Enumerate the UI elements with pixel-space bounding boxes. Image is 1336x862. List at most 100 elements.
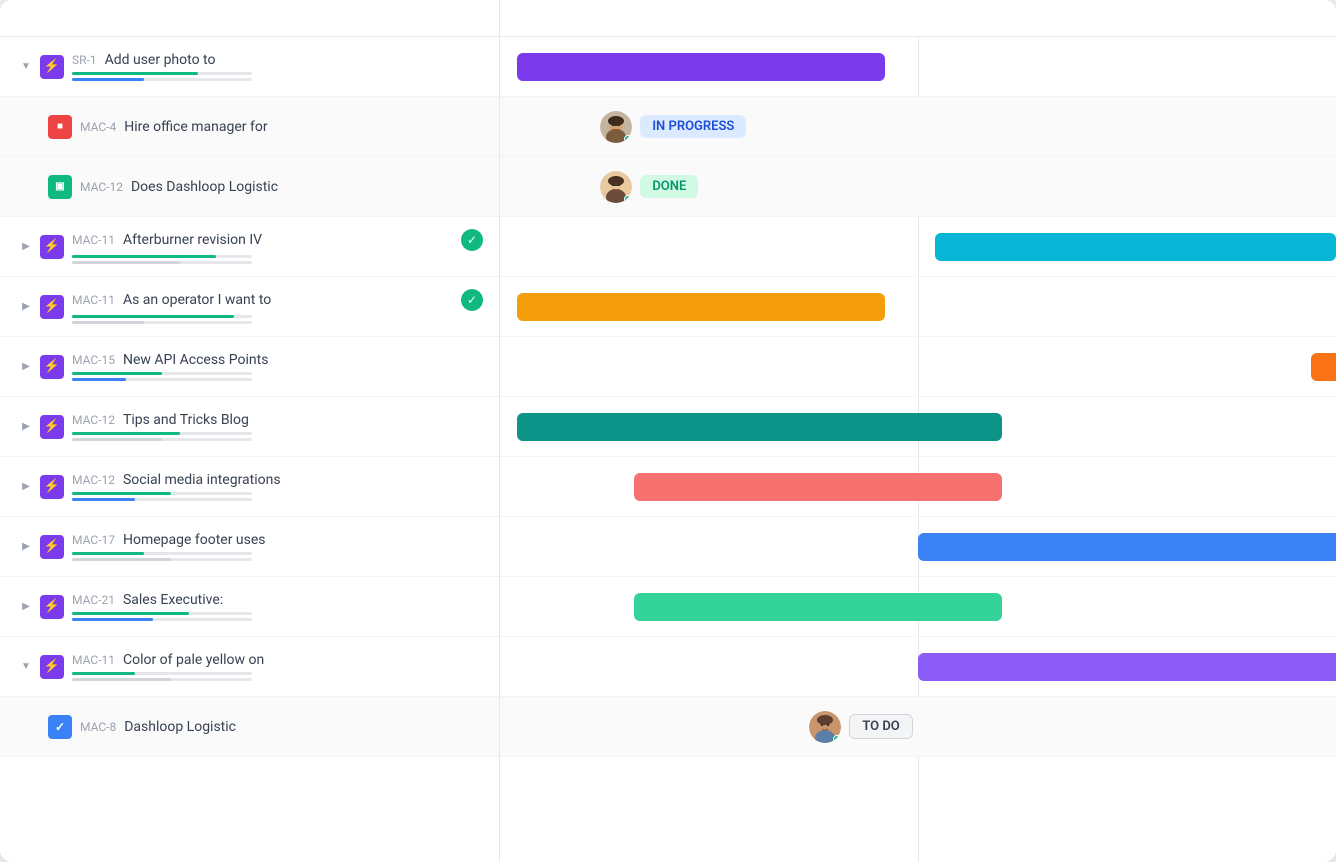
epic-title-mac12c: Social media integrations [123,472,483,488]
epic-top-mac11a: MAC-11 Afterburner revision IV ✓ [72,229,483,251]
avatar-status-mac4: IN PROGRESS [600,111,746,143]
epic-row-mac12a[interactable]: ▣ MAC-12 Does Dashloop Logistic [0,157,499,217]
epic-content-mac11a: MAC-11 Afterburner revision IV ✓ [72,229,483,264]
check-badge-mac11a: ✓ [461,229,483,251]
avatar-dot-mac4 [624,135,632,143]
epic-title-mac17: Homepage footer uses [123,532,483,548]
gantt-row-mac4: IN PROGRESS [500,97,1336,157]
epic-content-mac11c: MAC-11 Color of pale yellow on [72,652,483,681]
icon-badge-mac12a: ▣ [48,175,72,199]
icon-badge-sr1: ⚡ [40,55,64,79]
body: ⚡ SR-1 Add user photo to ■MAC-4Hire offi… [0,37,1336,862]
epic-top-mac11b: MAC-11 As an operator I want to ✓ [72,289,483,311]
avatar-status-mac8: TO DO [809,711,912,743]
epic-title-mac15: New API Access Points [123,352,483,368]
icon-badge-mac11c: ⚡ [40,655,64,679]
gantt-rows: IN PROGRESS DONE TO DO [500,37,1336,757]
epic-id-mac15: MAC-15 [72,353,115,367]
epic-top-mac17: MAC-17 Homepage footer uses [72,532,483,548]
expand-btn-mac15[interactable] [16,357,36,377]
gantt-row-mac8: TO DO [500,697,1336,757]
gantt-row-mac11b [500,277,1336,337]
avatar-status-mac12a: DONE [600,171,698,203]
expand-btn-mac11c[interactable] [16,657,36,677]
status-badge-mac4[interactable]: IN PROGRESS [640,115,746,138]
epic-id-mac12c: MAC-12 [72,473,115,487]
epic-title-sr1: Add user photo to [105,52,483,68]
bar-sr1[interactable] [517,53,885,81]
epic-row-mac15[interactable]: ⚡ MAC-15 New API Access Points [0,337,499,397]
epic-top-sr1: SR-1 Add user photo to [72,52,483,68]
epic-top-mac11c: MAC-11 Color of pale yellow on [72,652,483,668]
epic-id-sr1: SR-1 [72,53,97,67]
epic-row-mac17[interactable]: ⚡ MAC-17 Homepage footer uses [0,517,499,577]
app-container: ⚡ SR-1 Add user photo to ■MAC-4Hire offi… [0,0,1336,862]
epic-id-mac12a: MAC-12 [80,180,123,194]
epic-row-mac8[interactable]: ✓MAC-8Dashloop Logistic [0,697,499,757]
expand-btn-mac12c[interactable] [16,477,36,497]
epic-id-mac17: MAC-17 [72,533,115,547]
epic-title-mac11c: Color of pale yellow on [123,652,483,668]
epic-id-mac21: MAC-21 [72,593,115,607]
epic-row-mac4[interactable]: ■MAC-4Hire office manager for [0,97,499,157]
header [0,0,1336,37]
icon-badge-mac21: ⚡ [40,595,64,619]
avatar-dot-mac8 [833,735,841,743]
gantt-row-mac11c [500,637,1336,697]
avatar-mac8 [809,711,841,743]
epic-row-mac11c[interactable]: ⚡ MAC-11 Color of pale yellow on [0,637,499,697]
expand-btn-mac17[interactable] [16,537,36,557]
epic-row-mac11a[interactable]: ⚡ MAC-11 Afterburner revision IV ✓ [0,217,499,277]
epic-title-mac8: Dashloop Logistic [124,719,483,735]
expand-btn-mac12b[interactable] [16,417,36,437]
epic-id-mac11c: MAC-11 [72,653,115,667]
epic-row-mac21[interactable]: ⚡ MAC-21 Sales Executive: [0,577,499,637]
expand-btn-mac11a[interactable] [16,237,36,257]
epic-row-mac12c[interactable]: ⚡ MAC-12 Social media integrations [0,457,499,517]
expand-btn-mac11b[interactable] [16,297,36,317]
epic-id-mac12b: MAC-12 [72,413,115,427]
epic-content-mac12b: MAC-12 Tips and Tricks Blog [72,412,483,441]
expand-btn-mac21[interactable] [16,597,36,617]
avatar-mac12a [600,171,632,203]
epic-content-sr1: SR-1 Add user photo to [72,52,483,81]
epic-id-mac11a: MAC-11 [72,233,115,247]
epic-title-mac12a: Does Dashloop Logistic [131,179,483,195]
gantt-area: IN PROGRESS DONE TO DO [500,37,1336,862]
bar-mac12b[interactable] [517,413,1002,441]
epic-row-sr1[interactable]: ⚡ SR-1 Add user photo to [0,37,499,97]
epic-title-mac12b: Tips and Tricks Blog [123,412,483,428]
status-badge-mac12a[interactable]: DONE [640,175,698,198]
epic-title-mac11b: As an operator I want to [123,292,453,308]
bar-mac12c[interactable] [634,473,1002,501]
epic-content-mac21: MAC-21 Sales Executive: [72,592,483,621]
status-badge-mac8[interactable]: TO DO [849,714,912,739]
gantt-row-mac12c [500,457,1336,517]
bar-mac11a[interactable] [935,233,1336,261]
icon-badge-mac11b: ⚡ [40,295,64,319]
epic-title-mac11a: Afterburner revision IV [123,232,453,248]
bar-mac17[interactable] [918,533,1336,561]
bar-mac11c[interactable] [918,653,1336,681]
gantt-row-sr1 [500,37,1336,97]
expand-btn-sr1[interactable] [16,57,36,77]
epic-row-mac12b[interactable]: ⚡ MAC-12 Tips and Tricks Blog [0,397,499,457]
epic-row-mac11b[interactable]: ⚡ MAC-11 As an operator I want to ✓ [0,277,499,337]
icon-badge-mac4: ■ [48,115,72,139]
epic-id-mac11b: MAC-11 [72,293,115,307]
icon-badge-mac17: ⚡ [40,535,64,559]
epic-content-mac11b: MAC-11 As an operator I want to ✓ [72,289,483,324]
epic-content-mac12c: MAC-12 Social media integrations [72,472,483,501]
bar-mac21[interactable] [634,593,1002,621]
epic-title-mac21: Sales Executive: [123,592,483,608]
avatar-mac4 [600,111,632,143]
bar-mac15[interactable] [1311,353,1336,381]
epic-top-mac15: MAC-15 New API Access Points [72,352,483,368]
epic-top-mac12b: MAC-12 Tips and Tricks Blog [72,412,483,428]
gantt-row-mac11a [500,217,1336,277]
header-jun [918,0,1336,36]
epic-id-mac8: MAC-8 [80,720,116,734]
gantt-row-mac21 [500,577,1336,637]
epic-top-mac12c: MAC-12 Social media integrations [72,472,483,488]
bar-mac11b[interactable] [517,293,885,321]
